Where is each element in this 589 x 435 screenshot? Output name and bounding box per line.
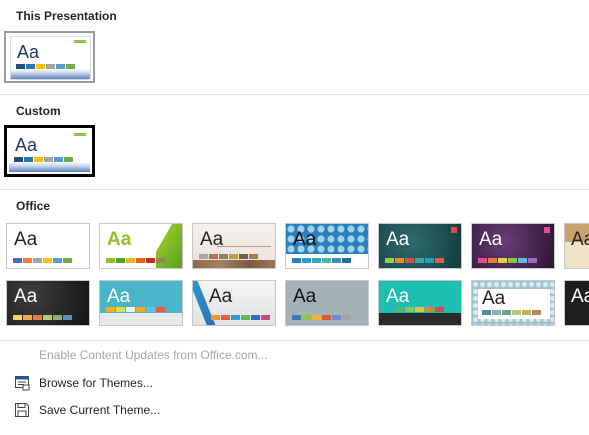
theme-thumbnail-basis[interactable]: Aa [6, 280, 90, 326]
swatch-row [106, 258, 165, 263]
browse-themes-icon [14, 375, 30, 391]
section-divider [0, 189, 589, 190]
wave-graphic [11, 69, 90, 79]
theme-thumbnail-circuit[interactable]: Aa [99, 280, 183, 326]
theme-aa-label: Aa [571, 286, 589, 307]
theme-aa-label: Aa [14, 229, 38, 250]
theme-thumbnail-ion-boardroom[interactable]: Aa [471, 223, 555, 269]
swatch-row [385, 307, 444, 312]
theme-aa-label: Aa [386, 286, 410, 307]
swatch-row [292, 315, 351, 320]
theme-aa-label: Aa [209, 286, 233, 307]
theme-aa-label: Aa [107, 286, 131, 307]
theme-aa-label: Aa [293, 229, 317, 250]
theme-aa-label: Aa [14, 286, 38, 307]
swatch-row [13, 315, 72, 320]
save-current-theme-label: Save Current Theme... [39, 403, 161, 417]
wood-strip [193, 260, 275, 268]
section-divider [0, 94, 589, 95]
swatch-row [16, 64, 75, 69]
theme-thumbnail-retrospect[interactable]: Aa [192, 223, 276, 269]
browse-for-themes-item[interactable]: Browse for Themes... [0, 371, 589, 395]
theme-aa-label: Aa [107, 229, 132, 250]
theme-aa-label: Aa [200, 229, 224, 250]
theme-thumbnail-dark-partial[interactable]: Aa [564, 280, 589, 326]
theme-aa-label: Aa [17, 42, 40, 62]
theme-thumbnail-current[interactable]: Aa [4, 31, 95, 83]
theme-aa-label: Aa [482, 288, 506, 309]
theme-thumbnail-ion[interactable]: Aa [378, 223, 462, 269]
theme-aa-label: Aa [571, 229, 589, 250]
swatch-row [106, 307, 165, 312]
save-icon [14, 402, 30, 418]
theme-aa-label: Aa [386, 229, 410, 250]
theme-thumbnail-wood[interactable]: Aa [564, 223, 589, 269]
theme-thumbnail-facet[interactable]: Aa [99, 223, 183, 269]
section-header-this-presentation: This Presentation [16, 9, 117, 23]
theme-thumbnail-office[interactable]: Aa [6, 223, 90, 269]
enable-content-updates-label: Enable Content Updates from Office.com..… [39, 348, 268, 362]
theme-thumbnail-ribbon[interactable]: Aa [192, 280, 276, 326]
theme-aa-label: Aa [479, 229, 503, 250]
theme-aa-label: Aa [15, 135, 38, 155]
swatch-row [482, 310, 541, 315]
theme-thumbnail-pattern[interactable]: Aa [285, 223, 369, 269]
enable-content-updates-item: Enable Content Updates from Office.com..… [0, 343, 589, 367]
browse-for-themes-label: Browse for Themes... [39, 376, 153, 390]
save-current-theme-item[interactable]: Save Current Theme... [0, 398, 589, 422]
theme-thumbnail-mint[interactable]: Aa [378, 280, 462, 326]
theme-thumbnail-custom[interactable]: Aa [4, 125, 95, 177]
section-header-custom: Custom [16, 104, 61, 118]
swatch-row [292, 258, 351, 263]
swatch-row [199, 254, 258, 259]
section-header-office: Office [16, 199, 51, 213]
theme-thumbnail-lattice[interactable]: Aa [471, 280, 555, 326]
swatch-row [211, 315, 270, 320]
swatch-row [385, 258, 444, 263]
theme-aa-label: Aa [293, 286, 317, 307]
section-divider [0, 340, 589, 341]
wave-graphic [9, 162, 90, 172]
swatch-row [478, 258, 537, 263]
theme-thumbnail-slate[interactable]: Aa [285, 280, 369, 326]
swatch-row [14, 157, 73, 162]
swatch-row [13, 258, 72, 263]
